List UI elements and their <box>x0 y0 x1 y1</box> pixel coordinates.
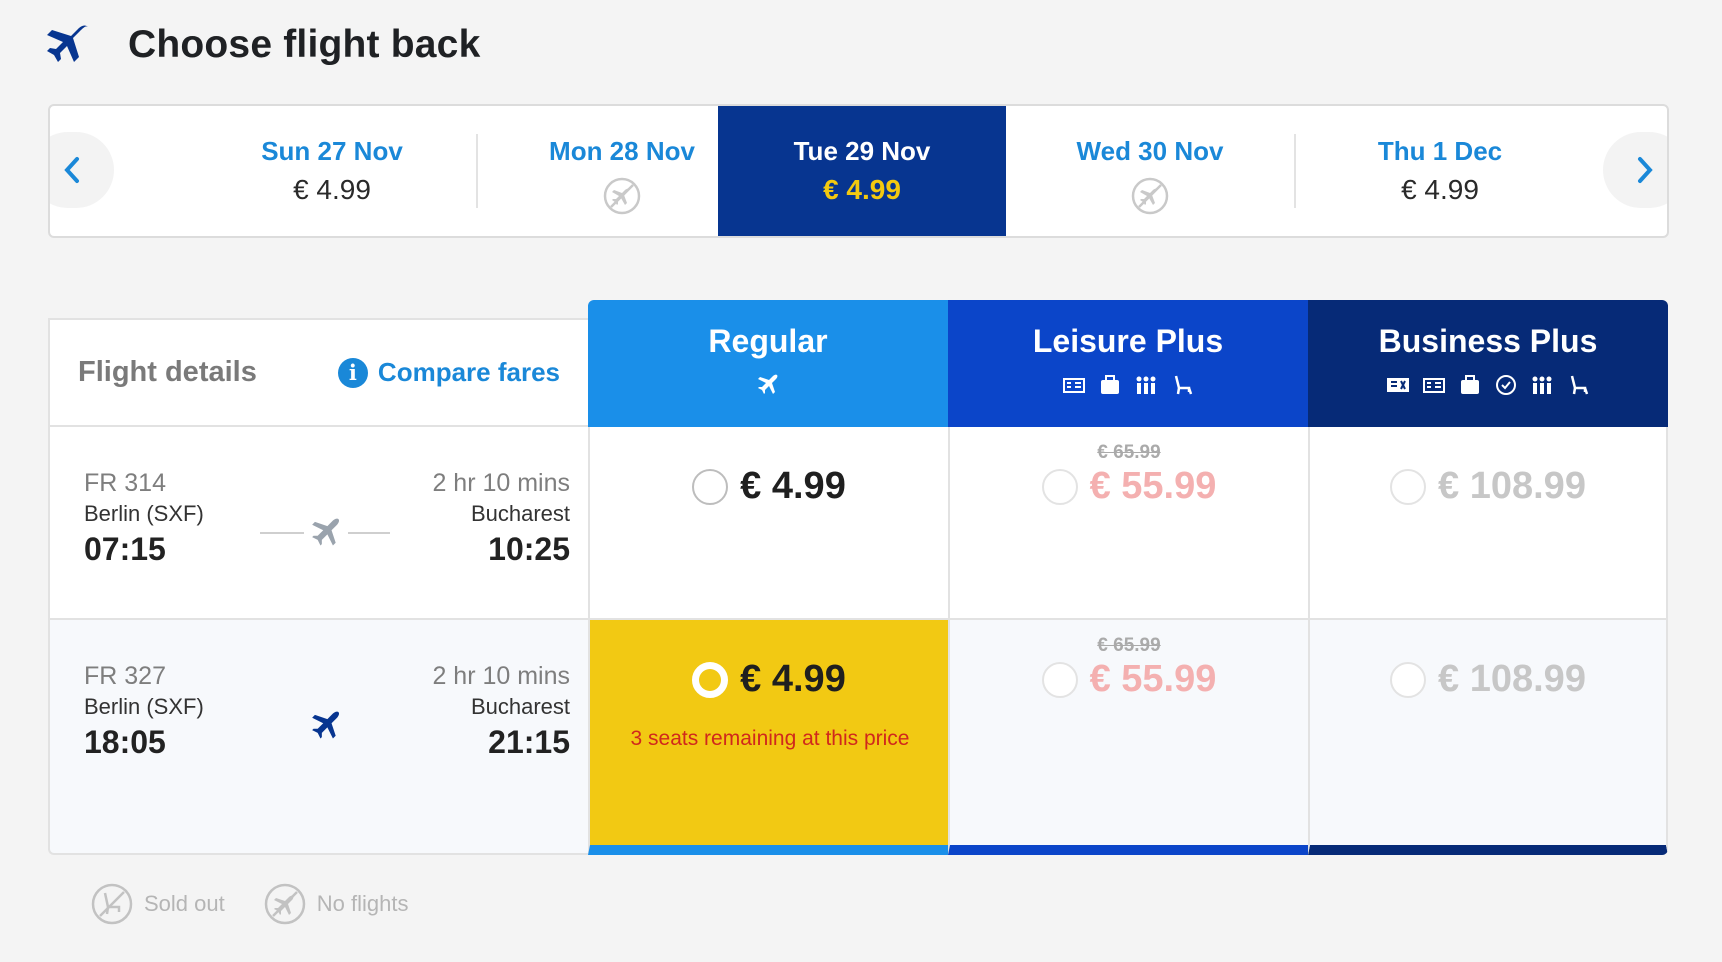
fare-radio[interactable] <box>1390 468 1427 505</box>
departure-time: 18:05 <box>84 724 166 760</box>
page-title: Choose flight back <box>128 23 481 66</box>
plane-icon <box>312 518 340 546</box>
compare-fares-link[interactable]: i Compare fares <box>337 357 560 388</box>
route-indicator <box>260 513 390 553</box>
bag-icon <box>1461 375 1479 394</box>
flight-duration: 2 hr 10 mins <box>432 662 570 690</box>
fare-header-leisure-plus[interactable]: Leisure Plus <box>948 300 1308 427</box>
date-price: € 4.99 <box>293 174 371 205</box>
flight-row: FR 314 Berlin (SXF) 07:15 2 hr 10 mins B… <box>48 427 1668 620</box>
no-flights-icon <box>264 883 305 925</box>
flight-number: FR 327 <box>84 662 166 690</box>
fare-price: € 4.99 <box>740 658 846 700</box>
seat-icon <box>1174 375 1193 395</box>
legend-item-sold-out: Sold out <box>90 882 225 926</box>
original-price: € 65.99 <box>1097 442 1161 463</box>
fare-option-business-plus[interactable]: € 108.99 <box>1308 427 1668 620</box>
route-indicator <box>260 706 390 746</box>
seat-icon <box>1570 375 1589 395</box>
next-dates-button[interactable] <box>1603 132 1667 208</box>
fare-radio[interactable] <box>692 661 729 698</box>
fare-option-regular[interactable]: € 4.99 <box>588 427 948 620</box>
destination: Bucharest <box>470 694 570 719</box>
queue-icon <box>1532 376 1552 394</box>
chevron-left-icon <box>64 157 79 183</box>
fare-option-leisure-plus[interactable]: € 65.99 € 55.99 <box>948 427 1308 620</box>
bag-icon <box>1101 375 1119 394</box>
date-label: Sun 27 Nov <box>261 136 403 166</box>
destination: Bucharest <box>470 501 570 526</box>
fare-radio[interactable] <box>1041 468 1078 505</box>
plane-icon <box>312 711 340 739</box>
date-label: Thu 1 Dec <box>1377 136 1503 166</box>
fare-radio[interactable] <box>692 468 729 505</box>
fare-name: Leisure Plus <box>1032 323 1224 359</box>
divider <box>260 532 304 534</box>
seat-map-icon <box>1423 378 1445 393</box>
arrival-time: 21:15 <box>488 724 570 760</box>
divider <box>348 532 390 534</box>
date-label: Wed 30 Nov <box>1076 136 1224 166</box>
fare-price: € 55.99 <box>1089 658 1217 700</box>
fast-track-icon <box>1496 375 1516 395</box>
legend-label: Sold out <box>144 891 225 916</box>
origin: Berlin (SXF) <box>84 694 204 719</box>
date-tab-tue-29-nov[interactable]: Tue 29 Nov € 4.99 <box>718 106 1006 236</box>
fare-radio[interactable] <box>1041 661 1078 698</box>
fare-name: Business Plus <box>1378 323 1598 359</box>
flexible-ticket-icon <box>1387 378 1409 392</box>
plane-icon <box>47 25 88 62</box>
flight-duration: 2 hr 10 mins <box>432 469 570 497</box>
fare-price: € 4.99 <box>740 465 846 507</box>
seat-map-icon <box>1063 378 1085 393</box>
legend: Sold out No flights <box>90 882 446 926</box>
date-price: € 4.99 <box>823 174 901 205</box>
date-price: € 4.99 <box>1401 174 1479 205</box>
queue-icon <box>1136 376 1156 394</box>
fare-header-business-plus[interactable]: Business Plus <box>1308 300 1668 427</box>
fare-price: € 108.99 <box>1438 465 1586 507</box>
fare-radio[interactable] <box>1390 661 1427 698</box>
info-icon: i <box>337 357 368 388</box>
flight-number: FR 314 <box>84 469 166 497</box>
original-price: € 65.99 <box>1097 635 1161 656</box>
date-tab-sun-27-nov[interactable]: Sun 27 Nov € 4.99 <box>188 106 476 236</box>
date-tab-wed-30-nov[interactable]: Wed 30 Nov <box>1006 106 1294 236</box>
flight-info: FR 314 Berlin (SXF) 07:15 2 hr 10 mins B… <box>48 427 588 620</box>
origin: Berlin (SXF) <box>84 501 204 526</box>
flight-row: FR 327 Berlin (SXF) 18:05 2 hr 10 mins B… <box>48 620 1668 855</box>
fare-name: Regular <box>708 323 828 359</box>
plane-icon <box>758 374 778 394</box>
flight-details-label: Flight details <box>78 356 257 388</box>
departure-time: 07:15 <box>84 531 166 567</box>
no-flights-icon <box>603 177 641 215</box>
flight-info: FR 327 Berlin (SXF) 18:05 2 hr 10 mins B… <box>48 620 588 855</box>
fare-option-business-plus[interactable]: € 108.99 <box>1308 620 1668 855</box>
seats-remaining-note: 3 seats remaining at this price <box>630 727 910 750</box>
previous-dates-button[interactable] <box>50 132 114 208</box>
chevron-right-icon <box>1638 157 1653 183</box>
date-tab-thu-1-dec[interactable]: Thu 1 Dec € 4.99 <box>1296 106 1584 236</box>
page-header: Choose flight back <box>44 14 480 76</box>
legend-label: No flights <box>316 891 409 916</box>
fare-option-leisure-plus[interactable]: € 65.99 € 55.99 <box>948 620 1308 855</box>
flight-details-header: Flight details i Compare fares <box>48 318 588 427</box>
arrival-time: 10:25 <box>488 531 570 567</box>
date-carousel: Sun 27 Nov € 4.99 Mon 28 Nov Tue 29 Nov … <box>48 104 1669 238</box>
legend-item-no-flights: No flights <box>263 882 409 926</box>
no-flights-icon <box>1131 177 1169 215</box>
fare-option-regular[interactable]: € 4.99 3 seats remaining at this price <box>588 620 948 855</box>
sold-out-icon <box>91 883 133 925</box>
fare-header-regular[interactable]: Regular <box>588 300 948 427</box>
date-label: Tue 29 Nov <box>793 136 931 166</box>
fare-price: € 108.99 <box>1438 658 1586 700</box>
compare-fares-label: Compare fares <box>377 357 560 387</box>
fare-price: € 55.99 <box>1089 465 1217 507</box>
